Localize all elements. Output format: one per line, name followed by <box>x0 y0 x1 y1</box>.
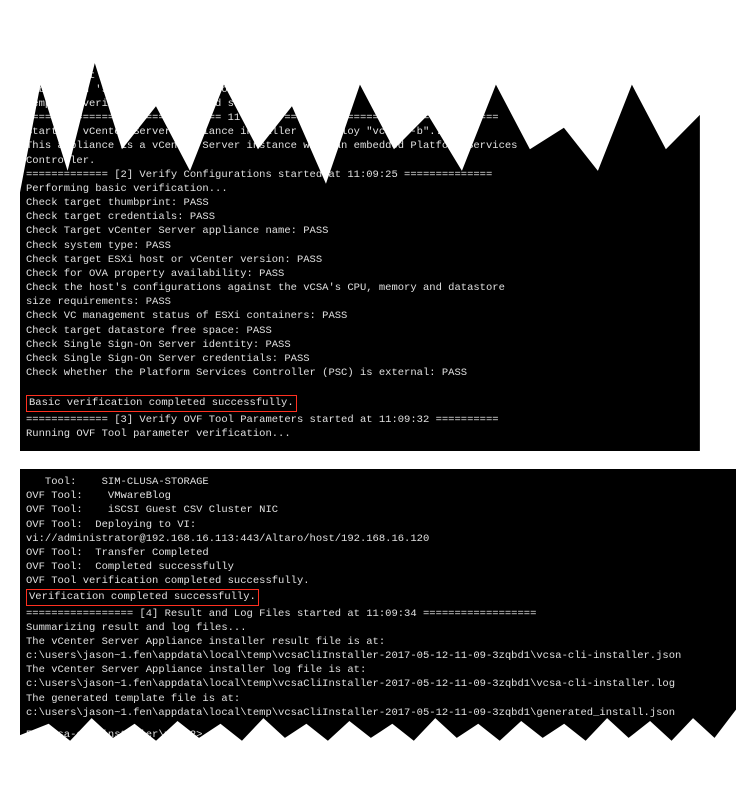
output-line: c:\users\jason~1.fen\appdata\local\temp\… <box>26 677 728 691</box>
output-line: Check target credentials: PASS <box>26 210 692 224</box>
output-line: Check target ESXi host or vCenter versio… <box>26 253 692 267</box>
output-line: Template verification completed successf… <box>26 97 692 111</box>
output-line: Performing basic verification... <box>26 182 692 196</box>
output-line: The vCenter Server Appliance installer r… <box>26 635 728 649</box>
terminal-window-top: ================ [1] Verify Template sta… <box>20 20 700 451</box>
output-line: The vCenter Server Appliance installer l… <box>26 663 728 677</box>
output-line: The generated template file is at: <box>26 692 728 706</box>
output-line: Check Target vCenter Server appliance na… <box>26 224 692 238</box>
output-line: Check Single Sign-On Server credentials:… <box>26 352 692 366</box>
output-line: ================ [1] Verify Template sta… <box>26 26 692 40</box>
output-line: OVF Tool: Completed successfully <box>26 560 728 574</box>
output-line: CEIP is not enabled because the template… <box>26 69 692 83</box>
output-line: size requirements: PASS <box>26 295 692 309</box>
output-line: Check the host's configurations against … <box>26 281 692 295</box>
output-line: Starting vCenter Server Appliance instal… <box>26 125 692 139</box>
terminal-window-bottom: Tool: SIM-CLUSA-STORAGE OVF Tool: VMware… <box>20 469 736 752</box>
output-line: Check target datastore free space: PASS <box>26 324 692 338</box>
output-line: OVF Tool verification completed successf… <box>26 574 728 588</box>
output-line: Check Single Sign-On Server identity: PA… <box>26 338 692 352</box>
highlight-basic-verification-success: Basic verification completed successfull… <box>26 395 297 411</box>
output-line: Check for OVA property availability: PAS… <box>26 267 692 281</box>
output-line: Running OVF Tool parameter verification.… <box>26 427 692 441</box>
command-prompt[interactable]: E:\vcsa-cli-installer\win32> <box>26 728 728 742</box>
output-line: Check target thumbprint: PASS <box>26 196 692 210</box>
output-line <box>26 380 692 394</box>
output-line: ============= [2] Verify Configurations … <box>26 168 692 182</box>
output-line: Controller. <box>26 154 692 168</box>
output-line: OVF Tool: Transfer Completed <box>26 546 728 560</box>
output-line: ============= [3] Verify OVF Tool Parame… <box>26 413 692 427</box>
output-line: c:\users\jason~1.fen\appdata\local\temp\… <box>26 706 728 720</box>
output-line: Summarizing result and log files... <box>26 621 728 635</box>
output-line: The deployment path is: /Altaro/host/192… <box>26 54 692 68</box>
output-line: Check whether the Platform Services Cont… <box>26 366 692 380</box>
highlight-verification-success: Verification completed successfully. <box>26 589 259 605</box>
output-line: Tool: SIM-CLUSA-STORAGE <box>26 475 728 489</box>
output-line: Performing basic template verification..… <box>26 40 692 54</box>
output-line: Check VC management status of ESXi conta… <box>26 309 692 323</box>
output-line: OVF Tool: VMwareBlog <box>26 489 728 503</box>
output-line: vi://administrator@192.168.16.113:443/Al… <box>26 532 728 546</box>
output-line: OVF Tool: Deploying to VI: <box>26 518 728 532</box>
output-line: subsection 'settings' was set to 'false'… <box>26 83 692 97</box>
output-line: Check system type: PASS <box>26 239 692 253</box>
output-line: This appliance is a vCenter Server insta… <box>26 139 692 153</box>
output-line: OVF Tool: iSCSI Guest CSV Cluster NIC <box>26 503 728 517</box>
output-line: =============================== 11:09:25… <box>26 111 692 125</box>
output-line: ================= [4] Result and Log Fil… <box>26 607 728 621</box>
output-line: c:\users\jason~1.fen\appdata\local\temp\… <box>26 649 728 663</box>
